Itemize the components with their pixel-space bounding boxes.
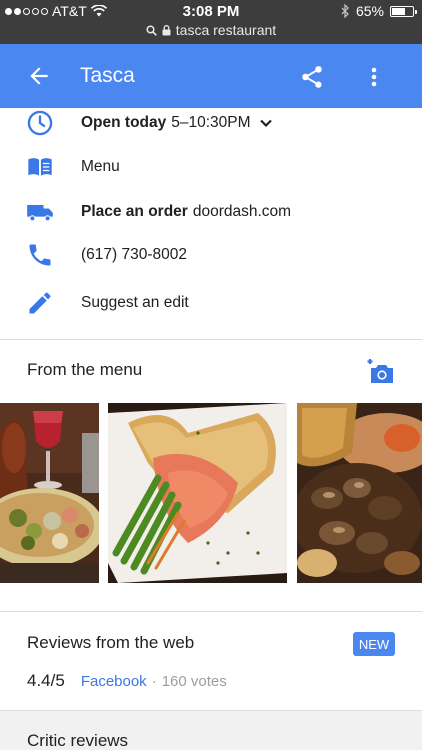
menu-section-title: From the menu bbox=[27, 360, 143, 379]
web-rating-row: 4.4/5 Facebook · 160 votes bbox=[27, 670, 227, 692]
menu-photos bbox=[0, 403, 422, 583]
critic-reviews-section: Critic reviews bbox=[0, 710, 422, 750]
separator: · bbox=[151, 672, 157, 690]
vote-count: 160 votes bbox=[161, 672, 227, 690]
menu-photo[interactable] bbox=[297, 403, 422, 583]
divider bbox=[0, 611, 422, 612]
search-icon bbox=[146, 24, 157, 36]
add-photo-icon[interactable] bbox=[367, 357, 395, 385]
phone-icon bbox=[29, 244, 51, 266]
chevron-down-icon[interactable] bbox=[259, 116, 273, 130]
hours-value: 5–10:30PM bbox=[171, 114, 251, 131]
hours-row[interactable]: Open today 5–10:30PM bbox=[0, 101, 422, 145]
app-bar: Tasca bbox=[0, 44, 422, 108]
order-link[interactable]: doordash.com bbox=[193, 203, 291, 221]
suggest-edit-row[interactable]: Suggest an edit bbox=[0, 281, 422, 325]
rating-score: 4.4/5 bbox=[27, 671, 65, 690]
battery-percent: 65% bbox=[355, 3, 384, 19]
url-bar[interactable]: tasca restaurant bbox=[0, 22, 422, 38]
delivery-truck-icon bbox=[27, 205, 53, 222]
phone-row[interactable]: (617) 730-8002 bbox=[0, 233, 422, 277]
reviews-section-title: Reviews from the web bbox=[27, 633, 195, 652]
pencil-icon bbox=[29, 292, 51, 314]
phone-number: (617) 730-8002 bbox=[81, 246, 187, 263]
hours-label: Open today bbox=[81, 114, 167, 131]
menu-photo[interactable] bbox=[0, 403, 99, 583]
lock-icon bbox=[162, 24, 171, 35]
rating-source-link[interactable]: Facebook bbox=[81, 673, 147, 690]
menu-book-icon bbox=[28, 158, 52, 176]
share-icon[interactable] bbox=[299, 64, 325, 90]
new-badge: NEW bbox=[353, 632, 395, 656]
menu-row[interactable]: Menu bbox=[0, 145, 422, 189]
suggest-edit-label: Suggest an edit bbox=[81, 294, 189, 311]
bluetooth-icon bbox=[341, 4, 349, 18]
order-row[interactable]: Place an order doordash.com bbox=[0, 190, 422, 234]
order-label: Place an order bbox=[81, 203, 188, 220]
page-title: Tasca bbox=[80, 64, 135, 87]
clock-icon bbox=[27, 110, 53, 136]
battery-icon bbox=[390, 5, 417, 17]
more-vert-icon[interactable] bbox=[364, 64, 384, 90]
back-arrow-icon[interactable] bbox=[26, 63, 52, 89]
status-bar: AT&T 3:08 PM 65% tasca restaurant bbox=[0, 0, 422, 44]
divider bbox=[0, 339, 422, 340]
menu-photo[interactable] bbox=[108, 403, 287, 583]
status-right: 65% bbox=[341, 3, 417, 19]
critic-section-title: Critic reviews bbox=[27, 731, 129, 750]
menu-label: Menu bbox=[81, 158, 120, 175]
url-text: tasca restaurant bbox=[175, 22, 277, 38]
